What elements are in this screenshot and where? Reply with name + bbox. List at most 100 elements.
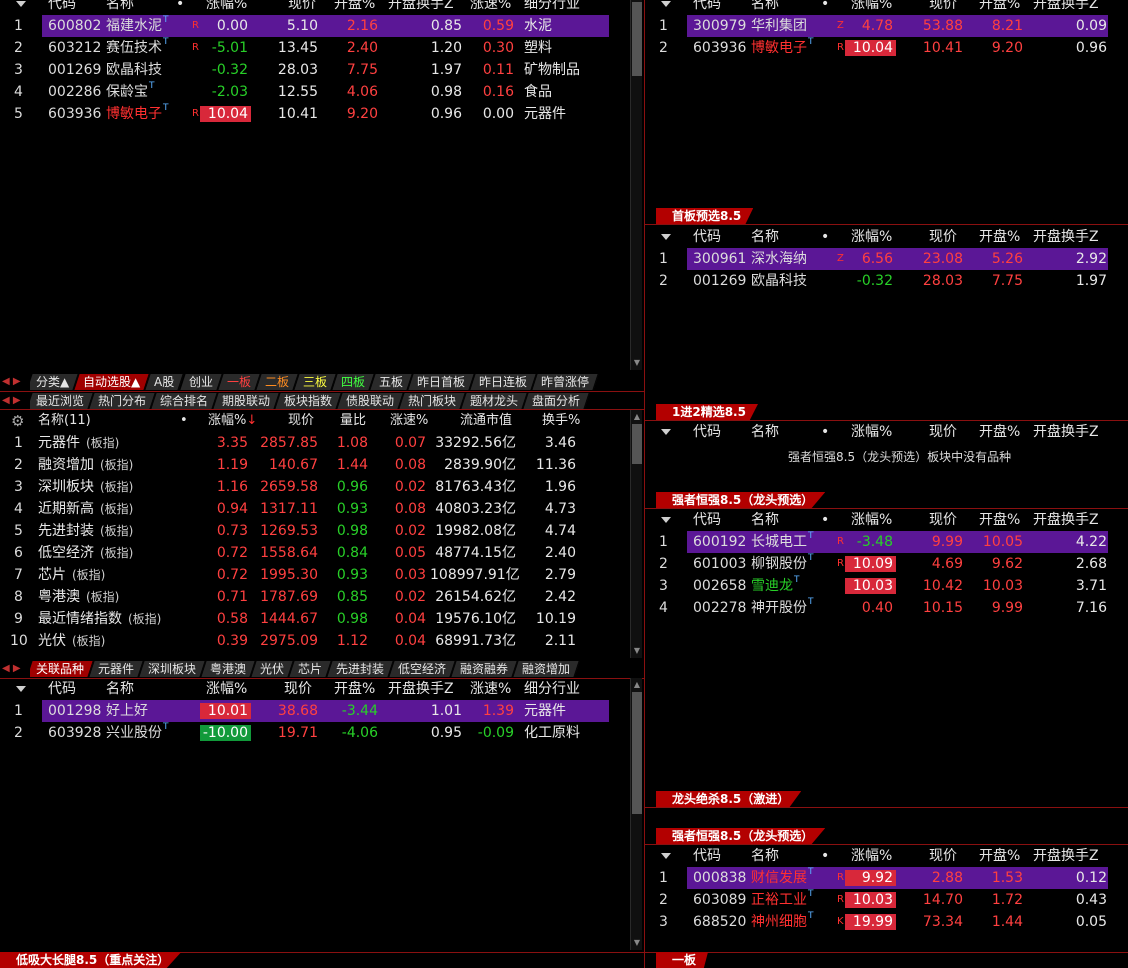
table-row[interactable]: 8 粤港澳 (板指) 0.71 1787.69 0.85 0.02 26154.62亿 2.42 [0, 586, 630, 608]
table-row[interactable]: 1 300961 深水海纳 Z 6.56 23.08 5.26 2.92 [659, 248, 1108, 270]
settings-gear-icon[interactable]: ⚙ [11, 410, 24, 432]
table-row[interactable]: 9 最近情绪指数 (板指) 0.58 1444.67 0.98 0.04 19576.10亿 1… [0, 608, 630, 630]
header-price[interactable]: 现价 [929, 226, 957, 248]
tab-scroll-arrows[interactable]: ◀ ▶ [2, 374, 21, 390]
tab-tabs_row1-3[interactable]: 创业 [180, 374, 223, 390]
header-open-turnover[interactable]: 开盘换手Z [1033, 0, 1099, 15]
tab-tabs_row3-9[interactable]: 融资增加 [513, 661, 580, 677]
tab-one-board[interactable]: 一板 [656, 952, 709, 968]
header-market-cap[interactable]: 流通市值 [460, 410, 512, 432]
scroll-up-icon[interactable]: ▲ [632, 412, 642, 422]
table-row[interactable]: 4 002278 神开股份T 0.40 10.15 9.99 7.16 [645, 597, 1128, 619]
tab-tabs_row2-0[interactable]: 最近浏览 [30, 393, 94, 409]
header-open-turnover[interactable]: 开盘换手Z [388, 0, 454, 15]
tab-tabs_row3-0[interactable]: 关联品种 [30, 661, 94, 677]
table-row[interactable]: 1 600802 福建水泥T R 0.00 5.10 2.16 0.85 0.59 水泥 [14, 15, 609, 37]
column-menu-icon[interactable] [661, 1, 671, 7]
table-row[interactable]: 5 603936 博敏电子T R 10.04 10.41 9.20 0.96 0.00 元器件 [0, 103, 630, 125]
header-code[interactable]: 代码 [693, 0, 721, 15]
tab-tabs_row1-11[interactable]: 昨曾涨停 [532, 374, 599, 390]
header-code[interactable]: 代码 [693, 845, 721, 867]
header-code[interactable]: 代码 [693, 509, 721, 531]
header-change-sorted[interactable]: 涨幅%↓ [208, 410, 257, 432]
header-name[interactable]: 名称 [751, 421, 779, 443]
header-open-turnover[interactable]: 开盘换手Z [1033, 226, 1099, 248]
table-row[interactable]: 3 深圳板块 (板指) 1.16 2659.58 0.96 0.02 81763.43亿 1.9… [0, 476, 630, 498]
tab-1to2[interactable]: 1进2精选8.5 [656, 404, 758, 420]
table-row[interactable]: 2 601003 柳钢股份T R 10.09 4.69 9.62 2.68 [645, 553, 1128, 575]
header-name[interactable]: 名称 [106, 678, 134, 700]
column-menu-icon[interactable] [16, 1, 26, 7]
tab-tabs_row3-2[interactable]: 深圳板块 [139, 661, 206, 677]
header-open-turnover[interactable]: 开盘换手Z [388, 678, 454, 700]
tab-tabs_row2-4[interactable]: 板块指数 [275, 393, 342, 409]
scroll-down-icon[interactable]: ▼ [632, 646, 642, 656]
header-speed[interactable]: 涨速% [470, 678, 511, 700]
tab-tabs_row3-5[interactable]: 芯片 [289, 661, 332, 677]
table-row[interactable]: 1 000838 财信发展T R 9.92 2.88 1.53 0.12 [659, 867, 1108, 889]
table-row[interactable]: 2 603928 兴业股份T -10.00 19.71 -4.06 0.95 -0.09 化工原… [0, 722, 630, 744]
tab-tabs_row3-4[interactable]: 光伏 [251, 661, 294, 677]
tab-strong-leaders-b[interactable]: 强者恒强8.5（龙头预选） [656, 828, 826, 844]
header-open[interactable]: 开盘% [979, 0, 1020, 15]
header-change[interactable]: 涨幅% [206, 0, 247, 15]
tab-tabs_row2-3[interactable]: 期股联动 [213, 393, 280, 409]
header-speed[interactable]: 涨速% [390, 410, 428, 432]
header-price[interactable]: 现价 [929, 421, 957, 443]
tab-tabs_row1-9[interactable]: 昨日首板 [408, 374, 475, 390]
tab-tabs_row2-2[interactable]: 综合排名 [151, 393, 218, 409]
header-open[interactable]: 开盘% [334, 678, 375, 700]
table-row[interactable]: 1 600192 长城电工T R -3.48 9.99 10.05 4.22 [659, 531, 1108, 553]
table-row[interactable]: 5 先进封装 (板指) 0.73 1269.53 0.98 0.02 19982.08亿 4.7… [0, 520, 630, 542]
header-open[interactable]: 开盘% [979, 226, 1020, 248]
header-code[interactable]: 代码 [693, 226, 721, 248]
table-row[interactable]: 2 融资增加 (板指) 1.19 140.67 1.44 0.08 2839.90亿 11.36 [0, 454, 630, 476]
tab-tabs_row2-7[interactable]: 题材龙头 [461, 393, 528, 409]
column-menu-icon[interactable] [661, 429, 671, 435]
tab-tabs_row3-7[interactable]: 低空经济 [389, 661, 456, 677]
tab-strong-leaders-a[interactable]: 强者恒强8.5（龙头预选） [656, 492, 826, 508]
scroll-thumb[interactable] [632, 692, 642, 814]
header-price[interactable]: 现价 [929, 0, 957, 15]
header-price[interactable]: 现价 [288, 0, 316, 15]
tab-low-buy[interactable]: 低吸大长腿8.5（重点关注） [0, 952, 182, 968]
tab-tabs_row1-7[interactable]: 四板 [332, 374, 375, 390]
header-change[interactable]: 涨幅% [851, 845, 892, 867]
tab-tabs_row1-8[interactable]: 五板 [370, 374, 413, 390]
table-row[interactable]: 2 603089 正裕工业T R 10.03 14.70 1.72 0.43 [645, 889, 1128, 911]
header-industry[interactable]: 细分行业 [524, 0, 580, 15]
sector-scrollbar[interactable]: ▲ ▼ [630, 410, 642, 658]
tab-leader-kill[interactable]: 龙头绝杀8.5（激进） [656, 791, 802, 807]
table-row[interactable]: 6 低空经济 (板指) 0.72 1558.64 0.84 0.05 48774.15亿 2.4… [0, 542, 630, 564]
header-volume-ratio[interactable]: 量比 [340, 410, 366, 432]
tab-first-board[interactable]: 首板预选8.5 [656, 208, 754, 224]
header-price[interactable]: 现价 [929, 845, 957, 867]
scroll-thumb[interactable] [632, 2, 642, 76]
header-change[interactable]: 涨幅% [851, 421, 892, 443]
left-top-scrollbar[interactable]: ▼ [630, 0, 642, 370]
table-row[interactable]: 3 001269 欧晶科技 -0.32 28.03 7.75 1.97 0.11 矿物制品 [0, 59, 630, 81]
tab-tabs_row1-6[interactable]: 三板 [294, 374, 337, 390]
header-price[interactable]: 现价 [284, 678, 312, 700]
table-row[interactable]: 2 603936 博敏电子T R 10.04 10.41 9.20 0.96 [645, 37, 1128, 59]
tab-scroll-arrows-2[interactable]: ◀ ▶ [2, 393, 21, 409]
header-change[interactable]: 涨幅% [206, 678, 247, 700]
tab-tabs_row2-5[interactable]: 债股联动 [337, 393, 404, 409]
column-menu-icon[interactable] [16, 686, 26, 692]
header-open[interactable]: 开盘% [334, 0, 375, 15]
header-price[interactable]: 现价 [929, 509, 957, 531]
tab-tabs_row3-6[interactable]: 先进封装 [327, 661, 394, 677]
header-price[interactable]: 现价 [288, 410, 314, 432]
column-menu-icon[interactable] [661, 517, 671, 523]
tab-tabs_row1-5[interactable]: 二板 [256, 374, 299, 390]
header-open-turnover[interactable]: 开盘换手Z [1033, 845, 1099, 867]
header-open[interactable]: 开盘% [979, 845, 1020, 867]
table-row[interactable]: 4 近期新高 (板指) 0.94 1317.11 0.93 0.08 40803.23亿 4.7… [0, 498, 630, 520]
related-scrollbar[interactable]: ▲ ▼ [630, 678, 642, 950]
tab-tabs_row1-0[interactable]: 分类▲ [30, 374, 79, 390]
tab-tabs_row2-1[interactable]: 热门分布 [89, 393, 156, 409]
tab-tabs_row3-8[interactable]: 融资融券 [451, 661, 518, 677]
header-name[interactable]: 名称 [106, 0, 134, 15]
table-row[interactable]: 4 002286 保龄宝T -2.03 12.55 4.06 0.98 0.16 食品 [0, 81, 630, 103]
header-name[interactable]: 名称 [751, 845, 779, 867]
